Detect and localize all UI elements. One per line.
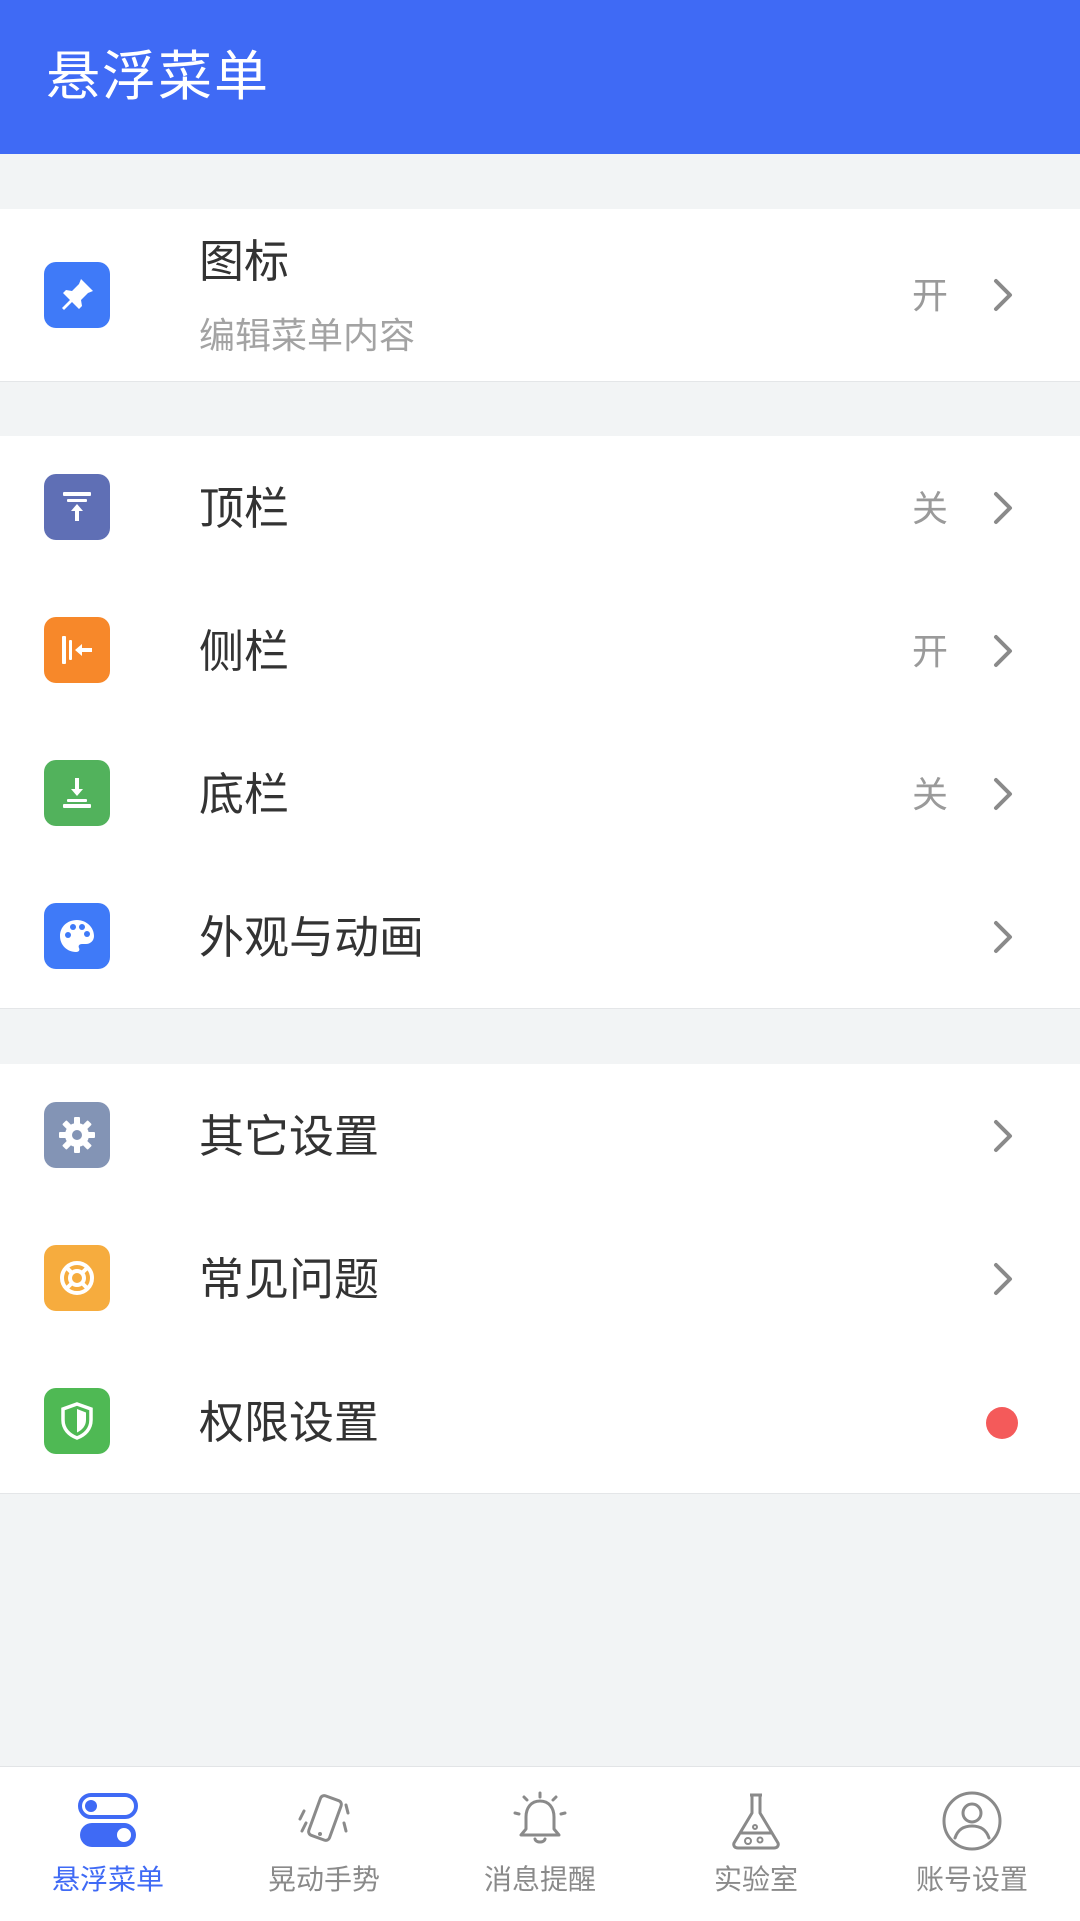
menu-item-label: 侧栏 — [199, 625, 290, 678]
lifebuoy-icon — [44, 1245, 110, 1311]
bottom-tab-bar: 悬浮菜单 晃动手势 消息提醒 实验室 账号设置 — [0, 1766, 1080, 1921]
tab-floating-menu[interactable]: 悬浮菜单 — [0, 1767, 216, 1921]
tab-label: 账号设置 — [915, 1863, 1028, 1896]
shake-phone-icon — [298, 1794, 350, 1842]
menu-item-label: 权限设置 — [199, 1396, 380, 1449]
menu-item-label: 常见问题 — [199, 1253, 380, 1306]
menu-item-sublabel: 编辑菜单内容 — [199, 316, 416, 357]
settings-group-other: 其它设置 常见问题 权限设置 — [0, 1064, 1080, 1494]
chevron-right-icon — [994, 921, 1012, 953]
chevron-right-icon — [994, 1120, 1012, 1152]
gear-icon — [44, 1102, 110, 1168]
menu-item-bottom-bar[interactable]: 底栏 关 — [0, 722, 1080, 865]
pin-icon — [44, 262, 110, 328]
tab-label: 晃动手势 — [267, 1863, 380, 1896]
menu-item-other-settings[interactable]: 其它设置 — [0, 1064, 1080, 1207]
menu-item-label: 图标 — [199, 235, 290, 288]
chevron-right-icon — [994, 635, 1012, 667]
notification-dot — [986, 1407, 1018, 1439]
menu-item-label: 外观与动画 — [199, 911, 425, 964]
tab-notifications[interactable]: 消息提醒 — [432, 1767, 648, 1921]
chevron-right-icon — [994, 279, 1012, 311]
chevron-right-icon — [994, 778, 1012, 810]
toggle-icon — [78, 1793, 138, 1847]
menu-item-label: 其它设置 — [199, 1110, 380, 1163]
tab-account[interactable]: 账号设置 — [864, 1767, 1080, 1921]
menu-item-value: 关 — [911, 489, 948, 530]
side-bar-icon — [44, 617, 110, 683]
shield-icon — [44, 1388, 110, 1454]
bottom-bar-icon — [44, 760, 110, 826]
tab-label: 实验室 — [713, 1863, 798, 1896]
page-title: 悬浮菜单 — [46, 45, 270, 108]
chevron-right-icon — [994, 492, 1012, 524]
menu-item-appearance[interactable]: 外观与动画 — [0, 865, 1080, 1008]
app-bar: 悬浮菜单 — [0, 0, 1080, 154]
tab-label: 悬浮菜单 — [51, 1863, 164, 1896]
menu-item-value: 开 — [911, 632, 948, 673]
tab-shake-gesture[interactable]: 晃动手势 — [216, 1767, 432, 1921]
top-bar-icon — [44, 474, 110, 540]
chevron-right-icon — [994, 1263, 1012, 1295]
menu-item-top-bar[interactable]: 顶栏 关 — [0, 436, 1080, 579]
menu-item-icon[interactable]: 图标 编辑菜单内容 开 — [0, 209, 1080, 381]
tab-lab[interactable]: 实验室 — [648, 1767, 864, 1921]
menu-item-faq[interactable]: 常见问题 — [0, 1207, 1080, 1350]
menu-item-value: 开 — [911, 276, 948, 317]
menu-item-label: 底栏 — [199, 768, 290, 821]
settings-group-bars: 顶栏 关 侧栏 开 底栏 关 外观与动画 — [0, 436, 1080, 1009]
tab-label: 消息提醒 — [483, 1863, 596, 1896]
menu-item-value: 关 — [911, 775, 948, 816]
menu-item-side-bar[interactable]: 侧栏 开 — [0, 579, 1080, 722]
settings-group-icon: 图标 编辑菜单内容 开 — [0, 209, 1080, 382]
user-circle-icon — [942, 1791, 1002, 1851]
bell-icon — [513, 1791, 567, 1844]
menu-item-permissions[interactable]: 权限设置 — [0, 1350, 1080, 1493]
palette-icon — [44, 903, 110, 969]
menu-item-label: 顶栏 — [199, 482, 290, 535]
flask-icon — [732, 1793, 780, 1850]
